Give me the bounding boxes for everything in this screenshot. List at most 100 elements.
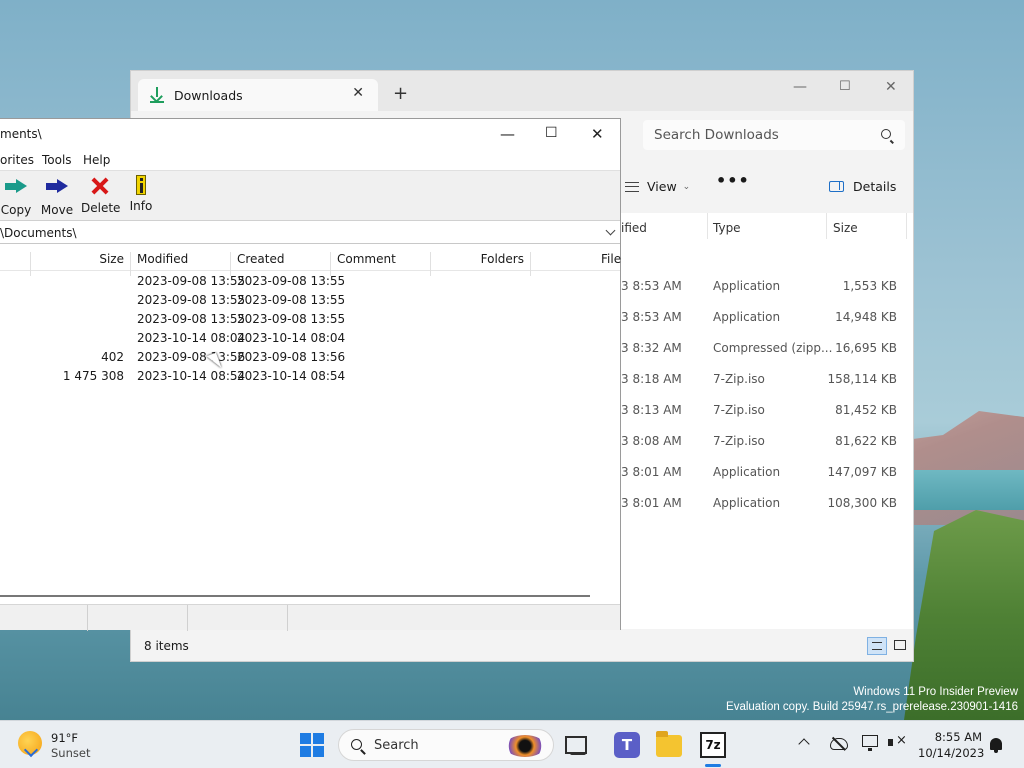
more-options-button[interactable]: ••• xyxy=(716,171,750,190)
cell-modified: 2023-09-08 13:55 xyxy=(137,293,246,307)
column-header-size[interactable]: Size xyxy=(99,252,124,266)
cell-type: 7-Zip.iso xyxy=(713,434,765,448)
cell-modified: 3 8:01 AM xyxy=(621,465,682,479)
maximize-button[interactable]: ☐ xyxy=(545,125,558,141)
column-header-files[interactable]: File xyxy=(601,252,621,266)
move-arrow-icon xyxy=(46,179,68,193)
windows-logo-icon xyxy=(300,746,311,757)
teams-icon[interactable]: T xyxy=(614,732,640,758)
maximize-button[interactable]: ☐ xyxy=(839,79,851,94)
cell-modified: 3 8:01 AM xyxy=(621,496,682,510)
weather-sun-icon xyxy=(18,731,42,755)
view-button[interactable]: View ⌄ xyxy=(625,179,690,194)
tab-downloads[interactable]: Downloads ✕ xyxy=(138,79,378,111)
details-label: Details xyxy=(853,179,897,194)
chevron-down-icon[interactable] xyxy=(605,225,616,236)
table-row[interactable]: 2023-09-08 13:55 2023-09-08 13:55 xyxy=(0,310,620,329)
weather-temperature: 91°F xyxy=(51,731,78,745)
cell-type: Application xyxy=(713,279,781,293)
tiles-view-icon xyxy=(894,640,906,650)
close-button[interactable]: ✕ xyxy=(591,125,604,143)
search-icon xyxy=(351,739,362,750)
view-label: View xyxy=(647,179,677,194)
weather-widget[interactable]: 91°F Sunset xyxy=(18,731,90,761)
cell-modified: 2023-09-08 13:55 xyxy=(137,312,246,326)
windows-logo-icon xyxy=(313,746,324,757)
copy-button[interactable]: Copy xyxy=(0,175,32,217)
search-highlight-eclipse-icon xyxy=(505,735,545,757)
notification-bell-icon[interactable] xyxy=(990,738,1002,753)
cell-type: 7-Zip.iso xyxy=(713,403,765,417)
7zip-taskbar-icon[interactable]: 7z xyxy=(700,732,726,758)
search-icon xyxy=(881,129,891,139)
task-view-icon[interactable] xyxy=(565,736,587,755)
column-header-modified[interactable]: Modified xyxy=(137,252,188,266)
column-header-created[interactable]: Created xyxy=(237,252,285,266)
menu-favorites[interactable]: orites xyxy=(0,153,34,167)
cell-type: Compressed (zipp... xyxy=(713,341,833,355)
cell-type: 7-Zip.iso xyxy=(713,372,765,386)
menu-tools[interactable]: Tools xyxy=(42,153,72,167)
watermark-build: Evaluation copy. Build 25947.rs_prerelea… xyxy=(726,701,1018,713)
horizontal-scrollbar[interactable] xyxy=(0,587,620,599)
column-header-folders[interactable]: Folders xyxy=(481,252,524,266)
file-explorer-icon[interactable] xyxy=(656,731,682,757)
cell-created: 2023-09-08 13:55 xyxy=(237,293,346,307)
explorer-tab-bar: Downloads ✕ + — ☐ ✕ xyxy=(131,71,913,111)
7zip-title-bar[interactable]: ments\ — ☐ ✕ xyxy=(0,119,620,149)
cell-modified: 3 8:13 AM xyxy=(621,403,682,417)
tiles-view-toggle[interactable] xyxy=(891,637,911,655)
show-hidden-icons-chevron-icon[interactable] xyxy=(798,738,810,750)
minimize-button[interactable]: — xyxy=(793,79,807,95)
taskbar: 91°F Sunset Search T 7z 8:55 AM 10/14/20… xyxy=(0,720,1024,768)
details-pane-button[interactable]: Details xyxy=(829,179,896,194)
info-button[interactable]: Info xyxy=(128,175,154,213)
7zip-window: ments\ — ☐ ✕ orites Tools Help Copy Move… xyxy=(0,118,621,631)
tab-title: Downloads xyxy=(174,87,243,103)
wallpaper-water xyxy=(914,470,1024,510)
status-cell xyxy=(188,605,288,631)
start-button[interactable] xyxy=(300,733,324,757)
system-clock[interactable]: 8:55 AM 10/14/2023 xyxy=(918,729,984,761)
watermark-edition: Windows 11 Pro Insider Preview xyxy=(853,686,1018,698)
delete-x-icon xyxy=(91,177,109,195)
move-label: Move xyxy=(40,203,74,217)
table-row[interactable]: 2023-09-08 13:55 2023-09-08 13:55 xyxy=(0,272,620,291)
menu-help[interactable]: Help xyxy=(83,153,110,167)
new-tab-button[interactable]: + xyxy=(393,85,408,103)
column-header-size[interactable]: Size xyxy=(833,221,858,235)
minimize-button[interactable]: — xyxy=(500,125,515,143)
delete-button[interactable]: Delete xyxy=(81,175,121,215)
table-row[interactable]: 2023-10-14 08:04 2023-10-14 08:04 xyxy=(0,329,620,348)
download-icon-base xyxy=(150,101,164,103)
onedrive-offline-icon[interactable] xyxy=(830,738,848,750)
window-title: ments\ xyxy=(0,127,42,141)
column-header-modified[interactable]: ified xyxy=(621,221,647,235)
scrollbar-thumb[interactable] xyxy=(0,595,590,597)
cell-size: 81,452 KB xyxy=(835,403,897,417)
close-tab-icon[interactable]: ✕ xyxy=(352,85,364,101)
cell-size: 402 xyxy=(101,350,124,364)
table-row[interactable]: 402 2023-09-08 13:56 2023-09-08 13:56 xyxy=(0,348,620,367)
status-bar: 8 items xyxy=(131,629,913,661)
close-button[interactable]: ✕ xyxy=(885,79,897,95)
cell-size: 147,097 KB xyxy=(827,465,897,479)
table-row[interactable]: 2023-09-08 13:55 2023-09-08 13:55 xyxy=(0,291,620,310)
cell-size: 16,695 KB xyxy=(835,341,897,355)
delete-label: Delete xyxy=(81,201,121,215)
column-header-type[interactable]: Type xyxy=(713,221,741,235)
taskbar-search-box[interactable]: Search xyxy=(338,729,554,761)
weather-description: Sunset xyxy=(51,746,91,760)
search-downloads-input[interactable]: Search Downloads xyxy=(643,120,905,150)
cell-type: Application xyxy=(713,465,781,479)
move-button[interactable]: Move xyxy=(40,175,74,217)
status-cell xyxy=(0,605,88,631)
table-row[interactable]: 1 475 308 2023-10-14 08:54 2023-10-14 08… xyxy=(0,367,620,386)
column-header-comment[interactable]: Comment xyxy=(337,252,396,266)
cell-created: 2023-09-08 13:56 xyxy=(237,350,346,364)
network-icon[interactable] xyxy=(862,735,878,751)
address-bar[interactable]: \Documents\ xyxy=(0,222,620,244)
volume-muted-icon[interactable] xyxy=(888,733,907,751)
details-view-toggle[interactable] xyxy=(867,637,887,655)
cell-type: Application xyxy=(713,496,781,510)
